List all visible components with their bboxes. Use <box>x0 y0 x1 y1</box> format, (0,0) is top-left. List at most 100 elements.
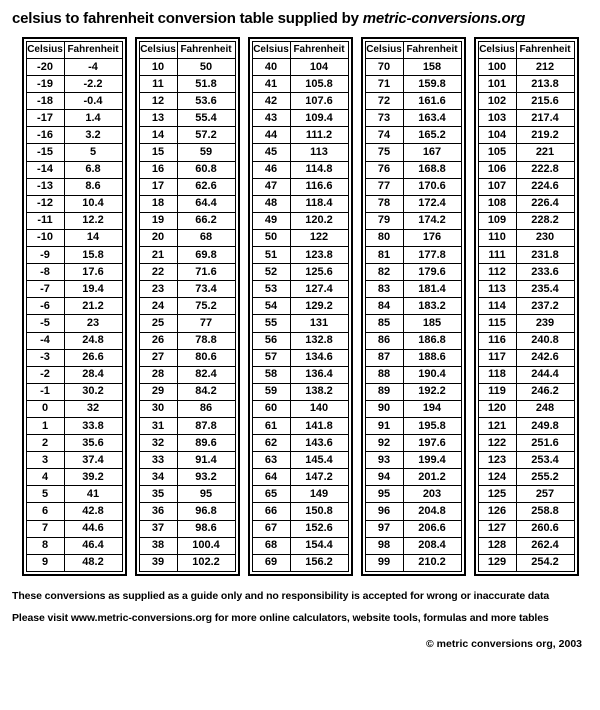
table-row: 1253.6 <box>139 93 235 110</box>
cell-celsius: 104 <box>478 127 516 144</box>
cell-celsius: -15 <box>26 144 64 161</box>
cell-celsius: 6 <box>26 503 64 520</box>
cell-celsius: 27 <box>139 349 177 366</box>
table-row: 127260.6 <box>478 520 574 537</box>
cell-celsius: 126 <box>478 503 516 520</box>
cell-celsius: -10 <box>26 229 64 246</box>
cell-celsius: 106 <box>478 161 516 178</box>
cell-fahrenheit: 219.2 <box>516 127 574 144</box>
table-row: 55131 <box>252 315 348 332</box>
table-row: 45113 <box>252 144 348 161</box>
table-row: 2984.2 <box>139 383 235 400</box>
table-row: -163.2 <box>26 127 122 144</box>
table-row: 3187.8 <box>139 417 235 434</box>
cell-celsius: 44 <box>252 127 290 144</box>
cell-celsius: 116 <box>478 332 516 349</box>
table-row: 133.8 <box>26 417 122 434</box>
cell-fahrenheit: 224.6 <box>516 178 574 195</box>
table-block: CelsiusFahrenheit4010441105.842107.64310… <box>248 37 353 576</box>
table-row: 2678.8 <box>139 332 235 349</box>
cell-fahrenheit: 53.6 <box>177 93 235 110</box>
cell-fahrenheit: 107.6 <box>290 93 348 110</box>
table-row: 61141.8 <box>252 417 348 434</box>
cell-fahrenheit: 257 <box>516 486 574 503</box>
table-row: 3289.6 <box>139 435 235 452</box>
cell-fahrenheit: 161.6 <box>403 93 461 110</box>
cell-fahrenheit: 80.6 <box>177 349 235 366</box>
table-row: 76168.8 <box>365 161 461 178</box>
table-row: 109228.2 <box>478 212 574 229</box>
page-title: celsius to fahrenheit conversion table s… <box>12 10 590 27</box>
table-row: 79174.2 <box>365 212 461 229</box>
table-row: -1112.2 <box>26 212 122 229</box>
cell-fahrenheit: 125.6 <box>290 264 348 281</box>
cell-fahrenheit: 95 <box>177 486 235 503</box>
table-row: -817.6 <box>26 264 122 281</box>
cell-celsius: -9 <box>26 247 64 264</box>
table-row: 84183.2 <box>365 298 461 315</box>
table-row: -523 <box>26 315 122 332</box>
cell-fahrenheit: 123.8 <box>290 247 348 264</box>
cell-fahrenheit: 44.6 <box>64 520 122 537</box>
table-row: 63145.4 <box>252 452 348 469</box>
table-row: 108226.4 <box>478 195 574 212</box>
cell-fahrenheit: 24.8 <box>64 332 122 349</box>
cell-fahrenheit: 253.4 <box>516 452 574 469</box>
cell-celsius: 47 <box>252 178 290 195</box>
cell-fahrenheit: 32 <box>64 400 122 417</box>
cell-celsius: 109 <box>478 212 516 229</box>
cell-fahrenheit: 86 <box>177 400 235 417</box>
cell-fahrenheit: 221 <box>516 144 574 161</box>
table-row: 3595 <box>139 486 235 503</box>
table-row: -1210.4 <box>26 195 122 212</box>
tables-container: CelsiusFahrenheit-20-4-19-2.2-18-0.4-171… <box>10 37 590 576</box>
cell-celsius: 88 <box>365 366 403 383</box>
cell-fahrenheit: 181.4 <box>403 281 461 298</box>
cell-fahrenheit: 1.4 <box>64 110 122 127</box>
table-row: 47116.6 <box>252 178 348 195</box>
table-row: 3493.2 <box>139 469 235 486</box>
cell-fahrenheit: 5 <box>64 144 122 161</box>
cell-fahrenheit: 197.6 <box>403 435 461 452</box>
cell-celsius: 89 <box>365 383 403 400</box>
table-row: 75167 <box>365 144 461 161</box>
cell-celsius: 125 <box>478 486 516 503</box>
page: celsius to fahrenheit conversion table s… <box>0 0 600 650</box>
cell-celsius: 72 <box>365 93 403 110</box>
table-row: -228.4 <box>26 366 122 383</box>
header-celsius: Celsius <box>252 42 290 59</box>
cell-fahrenheit: 82.4 <box>177 366 235 383</box>
cell-fahrenheit: 212 <box>516 59 574 76</box>
cell-fahrenheit: -0.4 <box>64 93 122 110</box>
cell-fahrenheit: 118.4 <box>290 195 348 212</box>
table-row: -130.2 <box>26 383 122 400</box>
table-row: 95203 <box>365 486 461 503</box>
table-row: 124255.2 <box>478 469 574 486</box>
cell-celsius: -11 <box>26 212 64 229</box>
cell-celsius: 5 <box>26 486 64 503</box>
cell-celsius: 10 <box>139 59 177 76</box>
cell-fahrenheit: 147.2 <box>290 469 348 486</box>
cell-fahrenheit: 46.4 <box>64 537 122 554</box>
cell-celsius: 50 <box>252 229 290 246</box>
conversion-table: CelsiusFahrenheit10501151.81253.61355.41… <box>139 41 236 572</box>
table-row: 101213.8 <box>478 76 574 93</box>
cell-fahrenheit: 194 <box>403 400 461 417</box>
table-row: 77170.6 <box>365 178 461 195</box>
table-row: 57134.6 <box>252 349 348 366</box>
table-row: 121249.8 <box>478 417 574 434</box>
cell-fahrenheit: 30.2 <box>64 383 122 400</box>
cell-celsius: 73 <box>365 110 403 127</box>
cell-celsius: 42 <box>252 93 290 110</box>
cell-celsius: 63 <box>252 452 290 469</box>
cell-celsius: 25 <box>139 315 177 332</box>
table-row: 122251.6 <box>478 435 574 452</box>
cell-celsius: 53 <box>252 281 290 298</box>
cell-celsius: 45 <box>252 144 290 161</box>
table-row: 129254.2 <box>478 554 574 571</box>
cell-fahrenheit: 176 <box>403 229 461 246</box>
cell-celsius: 80 <box>365 229 403 246</box>
table-row: -18-0.4 <box>26 93 122 110</box>
cell-celsius: -5 <box>26 315 64 332</box>
cell-celsius: 95 <box>365 486 403 503</box>
